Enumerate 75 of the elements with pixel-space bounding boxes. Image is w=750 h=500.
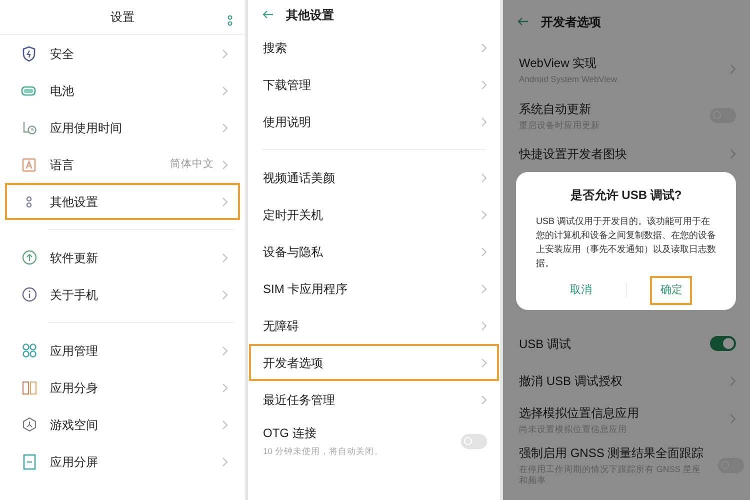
toggle-switch[interactable] (461, 434, 487, 448)
screen-title: 开发者选项 (541, 14, 601, 30)
chevron-right-icon (481, 172, 487, 182)
chevron-right-icon (222, 346, 228, 356)
chevron-right-icon (481, 358, 487, 368)
settings-item[interactable]: 使用说明 (249, 103, 499, 140)
settings-item[interactable]: SIM 卡应用程序 (249, 270, 499, 307)
chevron-right-icon (730, 414, 736, 424)
settings-item[interactable]: 定时开关机 (249, 196, 499, 233)
chevron-right-icon (222, 382, 228, 392)
back-arrow-icon[interactable] (517, 17, 529, 26)
chevron-right-icon (730, 376, 736, 386)
info-icon (22, 287, 36, 302)
arrow-up-circle-icon (22, 250, 36, 265)
settings-item[interactable]: 其他设置 (5, 183, 240, 220)
settings-item[interactable]: 下载管理 (249, 66, 499, 103)
settings-item[interactable]: 搜索 (249, 29, 499, 66)
twin-panels-icon (22, 380, 36, 394)
battery-icon (21, 86, 37, 96)
menu-icon[interactable] (227, 15, 233, 26)
settings-item[interactable]: 设备与隐私 (249, 233, 499, 270)
settings-item[interactable]: 应用分屏 (5, 443, 240, 480)
chevron-right-icon (481, 284, 487, 294)
chevron-right-icon (222, 122, 228, 132)
settings-item[interactable]: 快捷设置开发者图块 (503, 135, 750, 172)
letter-icon (22, 158, 36, 172)
chevron-right-icon (222, 290, 228, 300)
dots-icon (26, 196, 32, 208)
chevron-right-icon (481, 210, 487, 220)
clock-icon (22, 120, 36, 135)
chevron-right-icon (222, 456, 228, 466)
chevron-right-icon (222, 86, 228, 96)
setting-value: 简体中文 (170, 156, 214, 172)
settings-item[interactable]: 应用使用时间 (5, 109, 240, 146)
chevron-right-icon (222, 196, 228, 206)
split-screen-icon (22, 454, 36, 470)
settings-item[interactable]: 安全 (5, 35, 240, 72)
settings-item[interactable]: 视频通话美颜 (249, 159, 499, 196)
settings-item[interactable]: 软件更新 (5, 239, 240, 276)
hexagon-icon (22, 417, 36, 432)
settings-item[interactable]: OTG 连接 10 分钟未使用，将自动关闭。 (249, 418, 499, 464)
settings-item[interactable]: USB 调试 (503, 325, 750, 362)
toggle-switch[interactable] (710, 336, 736, 351)
chevron-right-icon (481, 246, 487, 256)
grid-icon (22, 343, 36, 358)
dialog-button[interactable]: 确定 (650, 276, 692, 304)
settings-item[interactable]: 开发者选项 (249, 344, 499, 381)
chevron-right-icon (730, 148, 736, 158)
chevron-right-icon (481, 116, 487, 126)
chevron-right-icon (481, 394, 487, 404)
back-arrow-icon[interactable] (262, 10, 274, 19)
screen-title: 其他设置 (286, 6, 334, 24)
settings-item[interactable]: 语言 简体中文 (5, 146, 240, 183)
dialog-title: 是否允许 USB 调试? (570, 187, 682, 204)
chevron-right-icon (481, 80, 487, 90)
settings-item[interactable]: 关于手机 (5, 276, 240, 313)
chevron-right-icon (222, 160, 228, 170)
chevron-right-icon (222, 252, 228, 262)
settings-item[interactable]: 电池 (5, 72, 240, 109)
settings-item[interactable]: 游戏空间 (5, 406, 240, 443)
item-subtitle: 10 分钟未使用，将自动关闭。 (263, 445, 384, 458)
screen-title: 设置 (110, 9, 134, 26)
chevron-right-icon (222, 420, 228, 430)
chevron-right-icon (730, 64, 736, 74)
dialog-message: USB 调试仅用于开发目的。该功能可用于在您的计算机和设备之间复制数据、在您的设备上安装应用（事先不发通知）以及读取日志数据。 (536, 215, 716, 270)
settings-item[interactable]: 应用分身 (5, 369, 240, 406)
settings-item[interactable]: 撤消 USB 调试授权 (503, 362, 750, 399)
settings-item[interactable]: 最近任务管理 (249, 381, 499, 418)
settings-item[interactable]: 无障碍 (249, 307, 499, 344)
shield-icon (22, 46, 36, 62)
settings-item[interactable]: 应用管理 (5, 332, 240, 369)
chevron-right-icon (481, 320, 487, 330)
chevron-right-icon (481, 42, 487, 52)
chevron-right-icon (222, 48, 228, 58)
dialog-button[interactable]: 取消 (560, 276, 602, 304)
